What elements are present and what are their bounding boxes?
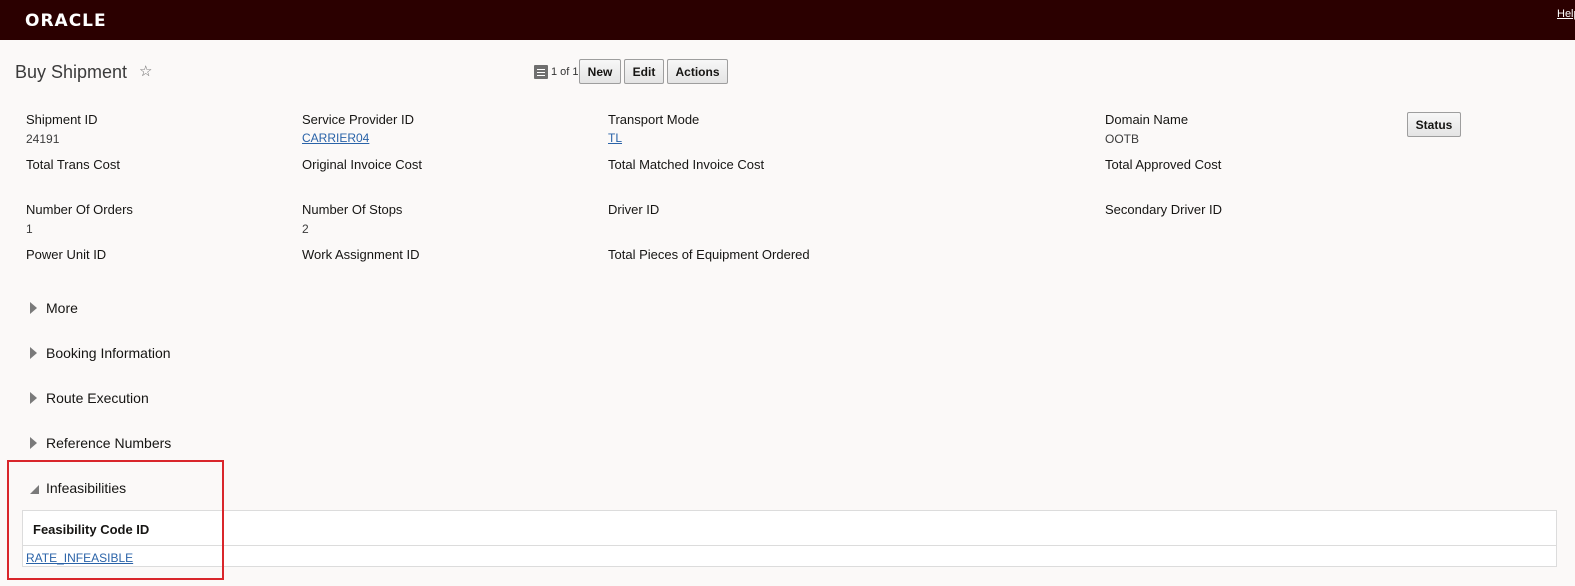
- total-approved-cost-label: Total Approved Cost: [1105, 157, 1222, 172]
- expand-triangle-icon: [30, 302, 37, 314]
- record-list-icon[interactable]: [534, 65, 548, 79]
- transport-mode-link[interactable]: TL: [608, 131, 622, 145]
- shipment-id-value: 24191: [26, 132, 60, 146]
- infeasibilities-table: Feasibility Code ID RATE_INFEASIBLE: [22, 510, 1557, 567]
- domain-name-label: Domain Name: [1105, 112, 1189, 127]
- top-bar: ORACLE Help: [0, 0, 1575, 40]
- power-unit-id-label: Power Unit ID: [26, 247, 107, 262]
- pager-count: 1 of 1: [551, 66, 579, 78]
- transport-mode-label: Transport Mode: [608, 112, 700, 127]
- total-matched-invoice-cost-label: Total Matched Invoice Cost: [608, 157, 765, 172]
- page-title: Buy Shipment: [15, 62, 128, 82]
- total-trans-cost-label: Total Trans Cost: [26, 157, 120, 172]
- favorite-star-icon[interactable]: ☆: [139, 62, 152, 80]
- number-of-orders-label: Number Of Orders: [26, 202, 133, 217]
- shipment-id-label: Shipment ID: [26, 112, 98, 127]
- expand-triangle-icon: [30, 392, 37, 404]
- work-assignment-id-label: Work Assignment ID: [302, 247, 420, 262]
- expand-triangle-icon: [30, 437, 37, 449]
- actions-button[interactable]: Actions: [667, 59, 728, 84]
- help-link[interactable]: Help: [1557, 8, 1575, 20]
- oracle-logo: ORACLE: [25, 11, 107, 31]
- expand-triangle-icon: [30, 347, 37, 359]
- section-reference-numbers[interactable]: Reference Numbers: [30, 435, 171, 451]
- number-of-orders-value: 1: [26, 222, 33, 236]
- number-of-stops-value: 2: [302, 222, 309, 236]
- section-booking-information-label: Booking Information: [46, 345, 171, 361]
- domain-name-value: OOTB: [1105, 132, 1140, 146]
- new-button[interactable]: New: [579, 59, 621, 84]
- section-route-execution-label: Route Execution: [46, 390, 149, 406]
- table-header: Feasibility Code ID: [23, 511, 1556, 546]
- section-reference-numbers-label: Reference Numbers: [46, 435, 172, 451]
- driver-id-label: Driver ID: [608, 202, 660, 217]
- section-more[interactable]: More: [30, 300, 78, 316]
- highlight-annotation-box: [7, 460, 224, 580]
- service-provider-id-link[interactable]: CARRIER04: [302, 131, 369, 145]
- section-route-execution[interactable]: Route Execution: [30, 390, 149, 406]
- total-pieces-equipment-label: Total Pieces of Equipment Ordered: [608, 247, 810, 262]
- secondary-driver-id-label: Secondary Driver ID: [1105, 202, 1223, 217]
- status-button[interactable]: Status: [1407, 112, 1461, 137]
- section-more-label: More: [46, 300, 78, 316]
- service-provider-id-label: Service Provider ID: [302, 112, 414, 127]
- section-booking-information[interactable]: Booking Information: [30, 345, 171, 361]
- original-invoice-cost-label: Original Invoice Cost: [302, 157, 422, 172]
- number-of-stops-label: Number Of Stops: [302, 202, 403, 217]
- edit-button[interactable]: Edit: [624, 59, 664, 84]
